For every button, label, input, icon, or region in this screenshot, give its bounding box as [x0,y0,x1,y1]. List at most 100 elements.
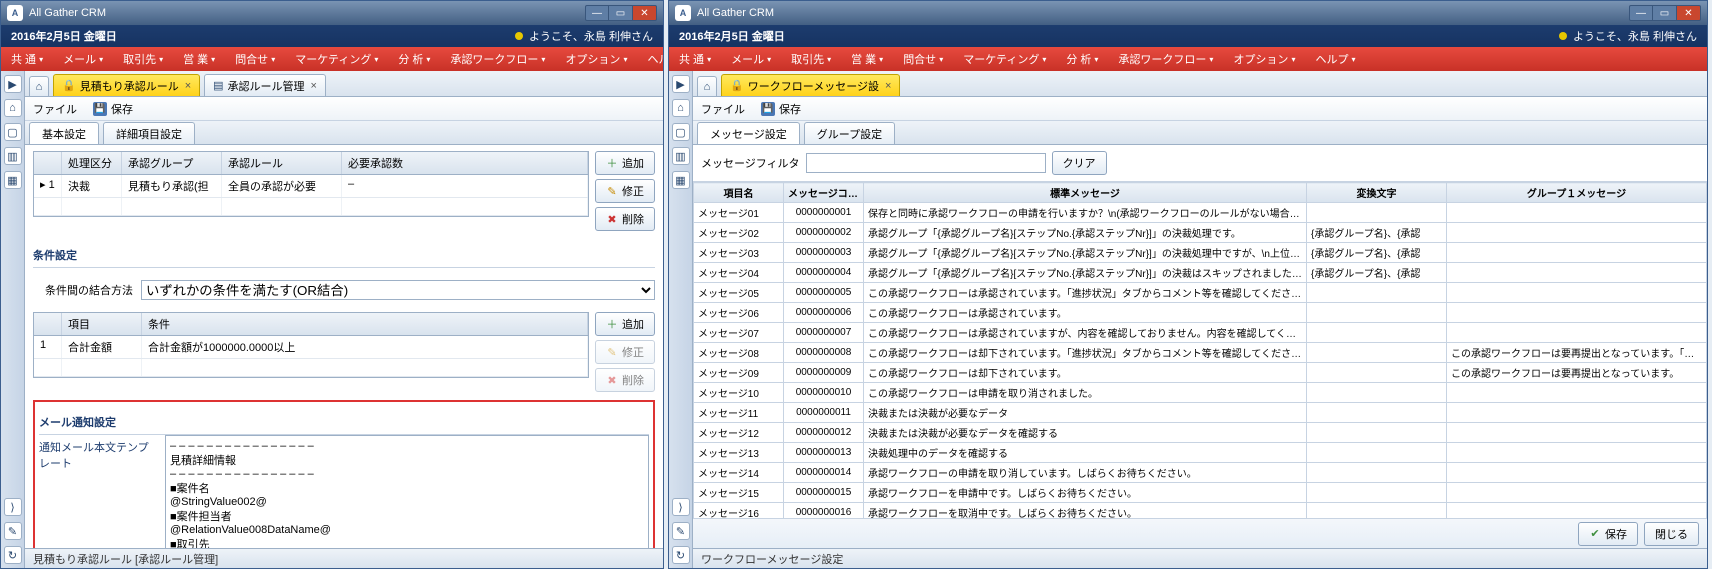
rail-tool-icon[interactable]: ✎ [672,522,690,540]
table-row[interactable]: メッセージ150000000015承認ワークフローを申請中です。しばらくお待ちく… [694,483,1707,503]
rail-date-icon[interactable]: ▥ [4,147,22,165]
close-button[interactable]: 閉じる [1644,522,1699,546]
menu-item[interactable]: マーケティング ▾ [953,47,1056,71]
col-name[interactable]: 項目名 [694,183,784,203]
menu-item[interactable]: マーケティング ▾ [285,47,388,71]
col-count[interactable]: 必要承認数 [342,152,588,174]
rail-tool-icon[interactable]: ✎ [4,522,22,540]
cond-combine-select[interactable]: いずれかの条件を満たす(OR結合) [141,280,655,300]
table-row[interactable]: メッセージ020000000002承認グループ「{承認グループ名}[ステップNo… [694,223,1707,243]
home-tab-icon[interactable]: ⌂ [697,76,717,96]
rail-calendar-icon[interactable]: ▦ [672,171,690,189]
tab-approval-rule-mgmt[interactable]: ▤ 承認ルール管理 × [204,74,326,96]
rail-home-icon[interactable]: ⌂ [672,99,690,117]
max-btn[interactable]: ▭ [1653,5,1677,21]
menu-item[interactable]: オプション ▾ [1223,47,1305,71]
save-button[interactable]: 💾 保存 [93,101,133,117]
app-icon: A [675,5,691,21]
table-row[interactable]: メッセージ100000000010この承認ワークフローは申請を取り消されました。 [694,383,1707,403]
menu-item[interactable]: 分 析 ▾ [388,47,440,71]
close-btn[interactable]: ✕ [1677,5,1701,21]
menu-item[interactable]: 営 業 ▾ [841,47,893,71]
col-group[interactable]: 承認グループ [122,152,222,174]
table-row[interactable]: メッセージ040000000004承認グループ「{承認グループ名}[ステップNo… [694,263,1707,283]
save-button[interactable]: 💾 保存 [761,101,801,117]
close-icon[interactable]: × [311,80,317,92]
rail-expand-icon[interactable]: ▶ [672,75,690,93]
tab-workflow-message[interactable]: 🔒 ワークフローメッセージ設 × [721,74,900,96]
file-menu[interactable]: ファイル [33,101,77,117]
col-g1[interactable]: グループ１メッセージ [1447,183,1707,203]
table-row[interactable]: メッセージ120000000012決裁または決裁が必要なデータを確認する [694,423,1707,443]
subtab-detail[interactable]: 詳細項目設定 [103,122,195,144]
table-row[interactable]: メッセージ010000000001保存と同時に承認ワークフローの申請を行いますか… [694,203,1707,223]
menu-item[interactable]: 問合せ ▾ [893,47,953,71]
col-cond[interactable]: 条件 [142,313,588,335]
menu-item[interactable]: 取引先 ▾ [781,47,841,71]
table-row[interactable]: メッセージ050000000005この承認ワークフローは承認されています。「進捗… [694,283,1707,303]
menu-item[interactable]: 共 通 ▾ [669,47,721,71]
welcome: ようこそ、永島 利伸さん [515,28,653,44]
table-row[interactable]: メッセージ030000000003承認グループ「{承認グループ名}[ステップNo… [694,243,1707,263]
grid-row[interactable]: ▸ 1 決裁 見積もり承認(担 全員の承認が必要 – [34,175,588,198]
menu-item[interactable]: 取引先 ▾ [113,47,173,71]
clear-button[interactable]: クリア [1052,151,1107,175]
subtab-basic[interactable]: 基本設定 [29,122,99,144]
subtab-message[interactable]: メッセージ設定 [697,122,800,144]
rail-home-icon[interactable]: ⌂ [4,99,22,117]
tab-estimate-approval[interactable]: 🔒 見積もり承認ルール × [53,74,200,96]
table-row[interactable]: メッセージ090000000009この承認ワークフローは却下されています。この承… [694,363,1707,383]
table-row[interactable]: メッセージ060000000006この承認ワークフローは承認されています。 [694,303,1707,323]
min-btn[interactable]: — [1629,5,1653,21]
min-btn[interactable]: — [585,5,609,21]
rail-doc-icon[interactable]: ▢ [672,123,690,141]
rail-expand-icon[interactable]: ▶ [4,75,22,93]
menu-item[interactable]: メール ▾ [721,47,781,71]
rail-close-icon[interactable]: ⟩ [4,498,22,516]
close-btn[interactable]: ✕ [633,5,657,21]
file-menu[interactable]: ファイル [701,101,745,117]
close-icon[interactable]: × [885,80,891,92]
rail-refresh-icon[interactable]: ↻ [672,546,690,564]
subtabs: 基本設定 詳細項目設定 [25,121,663,145]
menu-item[interactable]: 承認ワークフロー ▾ [1108,47,1223,71]
table-row[interactable]: メッセージ160000000016承認ワークフローを取消中です。しばらくお待ちく… [694,503,1707,519]
subtab-group[interactable]: グループ設定 [804,122,895,144]
save-button[interactable]: ✔保存 [1578,522,1638,546]
table-row[interactable]: メッセージ130000000013決裁処理中のデータを確認する [694,443,1707,463]
modify-button[interactable]: ✎修正 [595,179,655,203]
col-var[interactable]: 変換文字 [1307,183,1447,203]
table-row[interactable]: メッセージ080000000008この承認ワークフローは却下されています。「進捗… [694,343,1707,363]
table-row[interactable]: メッセージ070000000007この承認ワークフローは承認されていますが、内容… [694,323,1707,343]
rail-doc-icon[interactable]: ▢ [4,123,22,141]
col-proc[interactable]: 処理区分 [62,152,122,174]
delete-button[interactable]: ✖削除 [595,207,655,231]
menu-item[interactable]: 問合せ ▾ [225,47,285,71]
template-textarea[interactable] [165,435,649,548]
filter-input[interactable] [806,153,1046,173]
menu-item[interactable]: ヘルプ ▾ [637,47,664,71]
col-std[interactable]: 標準メッセージ [864,183,1307,203]
rail-close-icon[interactable]: ⟩ [672,498,690,516]
menu-item[interactable]: 共 通 ▾ [1,47,53,71]
max-btn[interactable]: ▭ [609,5,633,21]
menu-item[interactable]: ヘルプ ▾ [1305,47,1365,71]
col-code[interactable]: メッセージコード [784,183,864,203]
add-button[interactable]: ＋追加 [595,151,655,175]
menu-item[interactable]: 分 析 ▾ [1056,47,1108,71]
cond-row[interactable]: 1 合計金額 合計金額が1000000.0000以上 [34,336,588,359]
table-row[interactable]: メッセージ140000000014承認ワークフローの申請を取り消しています。しば… [694,463,1707,483]
table-row[interactable]: メッセージ110000000011決裁または決裁が必要なデータ [694,403,1707,423]
rail-refresh-icon[interactable]: ↻ [4,546,22,564]
col-item[interactable]: 項目 [62,313,142,335]
col-rule[interactable]: 承認ルール [222,152,342,174]
menu-item[interactable]: 承認ワークフロー ▾ [440,47,555,71]
menu-item[interactable]: オプション ▾ [555,47,637,71]
rail-date-icon[interactable]: ▥ [672,147,690,165]
close-icon[interactable]: × [185,80,191,92]
menu-item[interactable]: 営 業 ▾ [173,47,225,71]
add-button[interactable]: ＋追加 [595,312,655,336]
rail-calendar-icon[interactable]: ▦ [4,171,22,189]
home-tab-icon[interactable]: ⌂ [29,76,49,96]
menu-item[interactable]: メール ▾ [53,47,113,71]
